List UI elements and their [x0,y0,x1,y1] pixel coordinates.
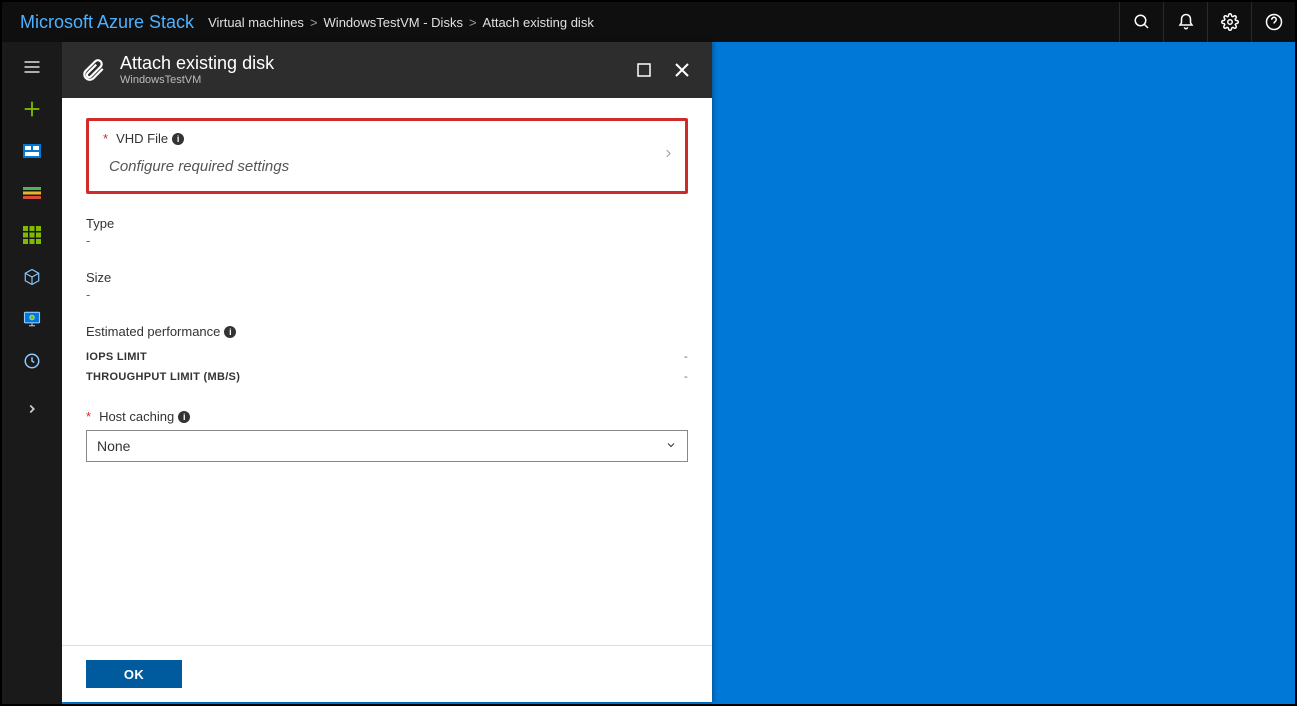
help-icon[interactable] [1251,2,1295,42]
type-label: Type [86,216,688,231]
breadcrumb-vm[interactable]: Virtual machines [208,15,304,30]
resource-groups-icon[interactable] [2,172,62,214]
performance-label-text: Estimated performance [86,324,220,339]
required-asterisk: * [103,131,108,146]
monitor-icon[interactable] [2,298,62,340]
all-resources-icon[interactable] [2,214,62,256]
chevron-down-icon [665,438,677,454]
attach-disk-blade: Attach existing disk WindowsTestVM * VHD… [62,42,712,702]
settings-icon[interactable] [1207,2,1251,42]
vhd-file-label-text: VHD File [116,131,168,146]
breadcrumb-separator: > [469,15,477,30]
ok-button[interactable]: OK [86,660,182,688]
performance-label: Estimated performance i [86,324,688,339]
blade-subtitle: WindowsTestVM [120,74,274,86]
size-label: Size [86,270,688,285]
breadcrumbs: Virtual machines > WindowsTestVM - Disks… [208,15,594,30]
top-bar: Microsoft Azure Stack Virtual machines >… [2,2,1295,42]
top-icon-group [1119,2,1295,42]
info-icon[interactable]: i [224,326,236,338]
size-value: - [86,287,688,302]
blade-title: Attach existing disk [120,54,274,74]
cube-icon[interactable] [2,256,62,298]
host-caching-label-text: Host caching [99,409,174,424]
close-icon[interactable] [664,52,700,88]
hamburger-icon[interactable] [2,46,62,88]
required-asterisk: * [86,409,91,424]
breadcrumb-attach[interactable]: Attach existing disk [483,15,594,30]
perf-iops-value: - [684,351,688,363]
blade-body: * VHD File i Configure required settings… [62,98,712,645]
perf-row-iops: IOPS LIMIT - [86,347,688,367]
search-icon[interactable] [1119,2,1163,42]
breadcrumb-disks[interactable]: WindowsTestVM - Disks [324,15,463,30]
vhd-file-selector[interactable]: * VHD File i Configure required settings [86,118,688,194]
perf-row-throughput: THROUGHPUT LIMIT (MB/S) - [86,367,688,387]
notifications-icon[interactable] [1163,2,1207,42]
info-icon[interactable]: i [178,411,190,423]
performance-table: IOPS LIMIT - THROUGHPUT LIMIT (MB/S) - [86,347,688,387]
perf-throughput-value: - [684,371,688,383]
dashboard-icon[interactable] [2,130,62,172]
attachment-icon [78,55,108,85]
recent-icon[interactable] [2,340,62,382]
maximize-icon[interactable] [626,52,662,88]
chevron-right-icon [663,146,673,167]
host-caching-select[interactable]: None [86,430,688,462]
vhd-file-label: * VHD File i [103,131,671,146]
new-icon[interactable] [2,88,62,130]
sidebar [2,42,62,704]
blade-header: Attach existing disk WindowsTestVM [62,42,712,98]
type-value: - [86,233,688,248]
info-icon[interactable]: i [172,133,184,145]
host-caching-value: None [97,438,130,454]
host-caching-label: * Host caching i [86,409,688,424]
brand-label[interactable]: Microsoft Azure Stack [2,12,208,33]
perf-throughput-label: THROUGHPUT LIMIT (MB/S) [86,371,240,383]
perf-iops-label: IOPS LIMIT [86,351,147,363]
blade-footer: OK [62,645,712,702]
expand-icon[interactable] [2,388,62,430]
breadcrumb-separator: > [310,15,318,30]
vhd-file-placeholder: Configure required settings [103,152,671,175]
